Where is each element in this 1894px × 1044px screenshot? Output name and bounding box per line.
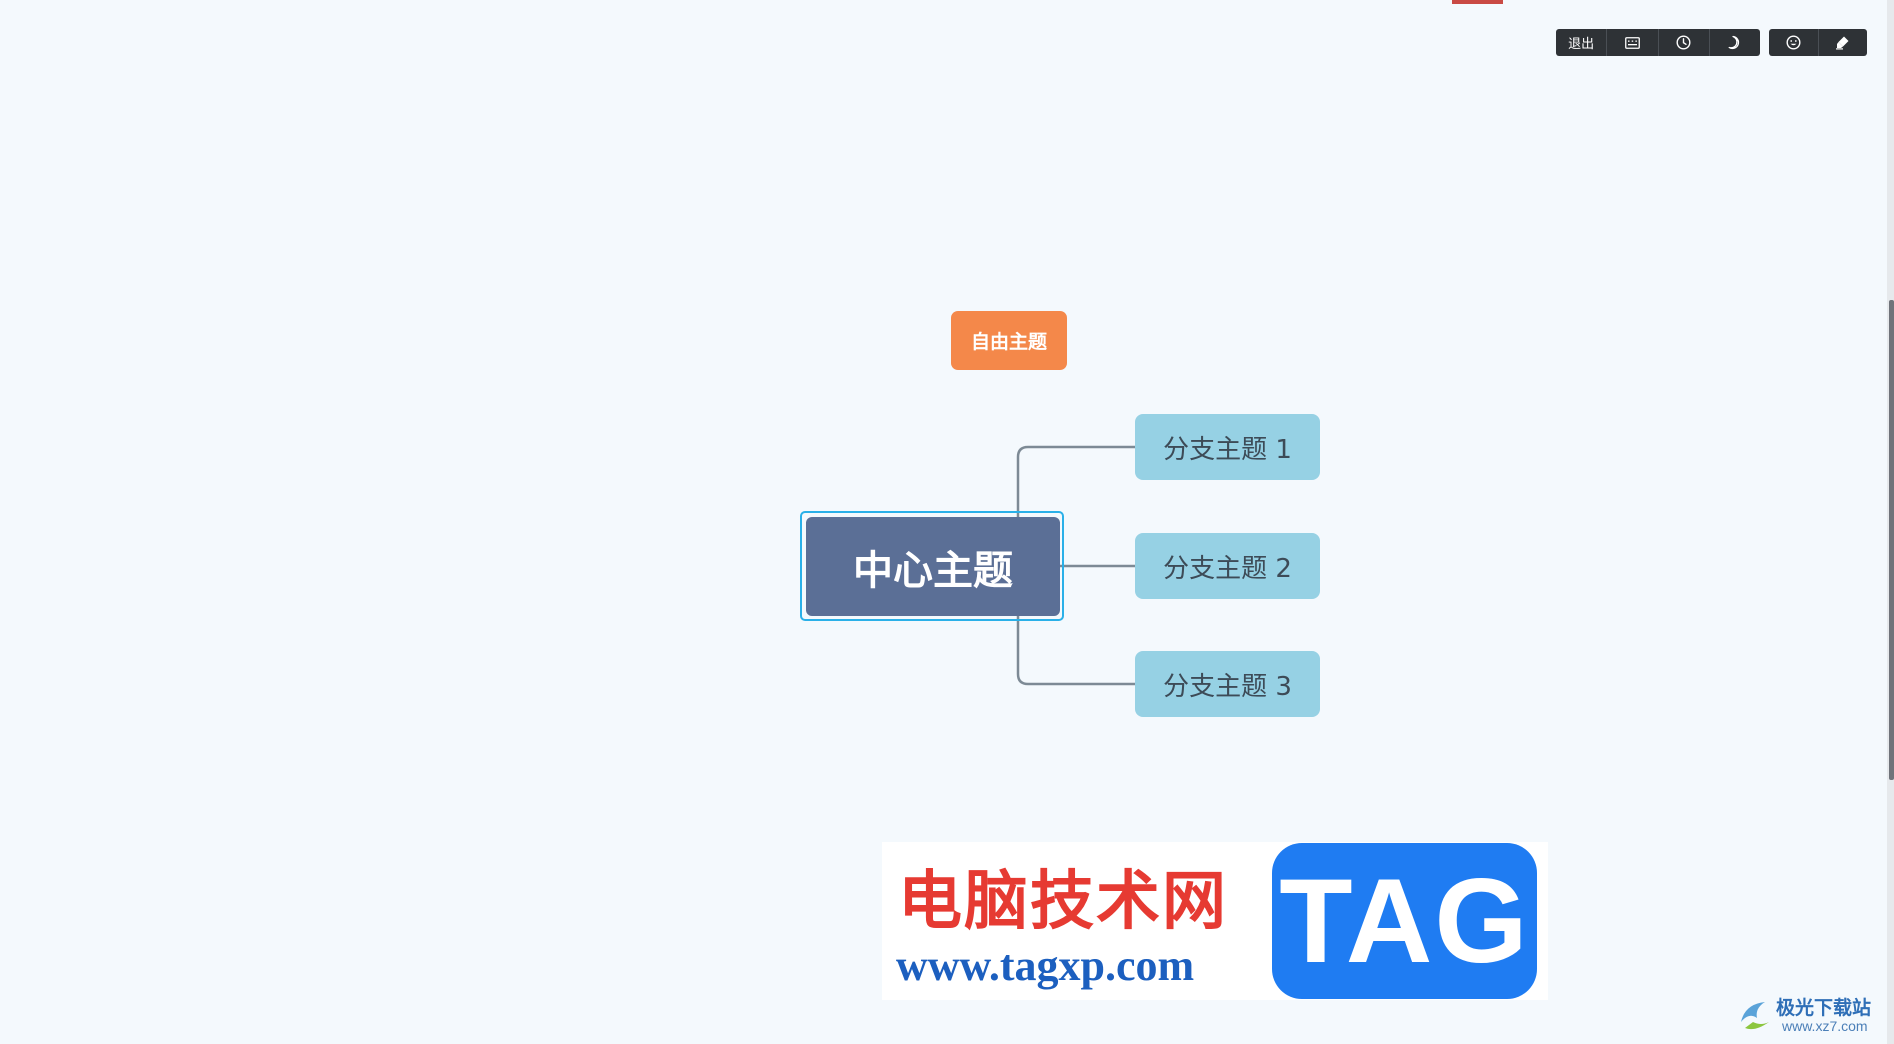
moon-icon bbox=[1728, 35, 1740, 50]
central-topic[interactable]: 中心主题 bbox=[806, 517, 1060, 616]
emoji-button[interactable] bbox=[1769, 29, 1819, 56]
timer-button[interactable] bbox=[1659, 29, 1710, 56]
exit-button[interactable]: 退出 bbox=[1556, 29, 1608, 56]
watermark-site-name: 电脑技术网 bbox=[898, 864, 1228, 939]
clock-icon bbox=[1676, 35, 1691, 50]
corner-logo-url: www.xz7.com bbox=[1782, 1018, 1868, 1034]
toolbar-primary: 退出 bbox=[1556, 29, 1760, 56]
dark-mode-button[interactable] bbox=[1710, 29, 1760, 56]
vertical-scrollbar-thumb[interactable] bbox=[1889, 300, 1894, 780]
keyboard-icon bbox=[1624, 36, 1640, 49]
emoji-icon bbox=[1786, 35, 1801, 50]
top-red-marker bbox=[1452, 0, 1503, 4]
free-topic[interactable]: 自由主题 bbox=[951, 311, 1067, 370]
branch-topic-2[interactable]: 分支主题 2 bbox=[1135, 533, 1320, 599]
watermark-site-url: www.tagxp.com bbox=[896, 941, 1195, 990]
corner-logo-name: 极光下载站 bbox=[1776, 997, 1872, 1019]
highlighter-icon bbox=[1836, 36, 1849, 50]
keyboard-button[interactable] bbox=[1607, 29, 1659, 56]
highlighter-button[interactable] bbox=[1819, 29, 1868, 56]
toolbar-secondary bbox=[1769, 29, 1867, 56]
branch-topic-1[interactable]: 分支主题 1 bbox=[1135, 414, 1320, 480]
branch-topic-3[interactable]: 分支主题 3 bbox=[1135, 651, 1320, 717]
watermark-tag-logo: TAG bbox=[1272, 843, 1537, 999]
